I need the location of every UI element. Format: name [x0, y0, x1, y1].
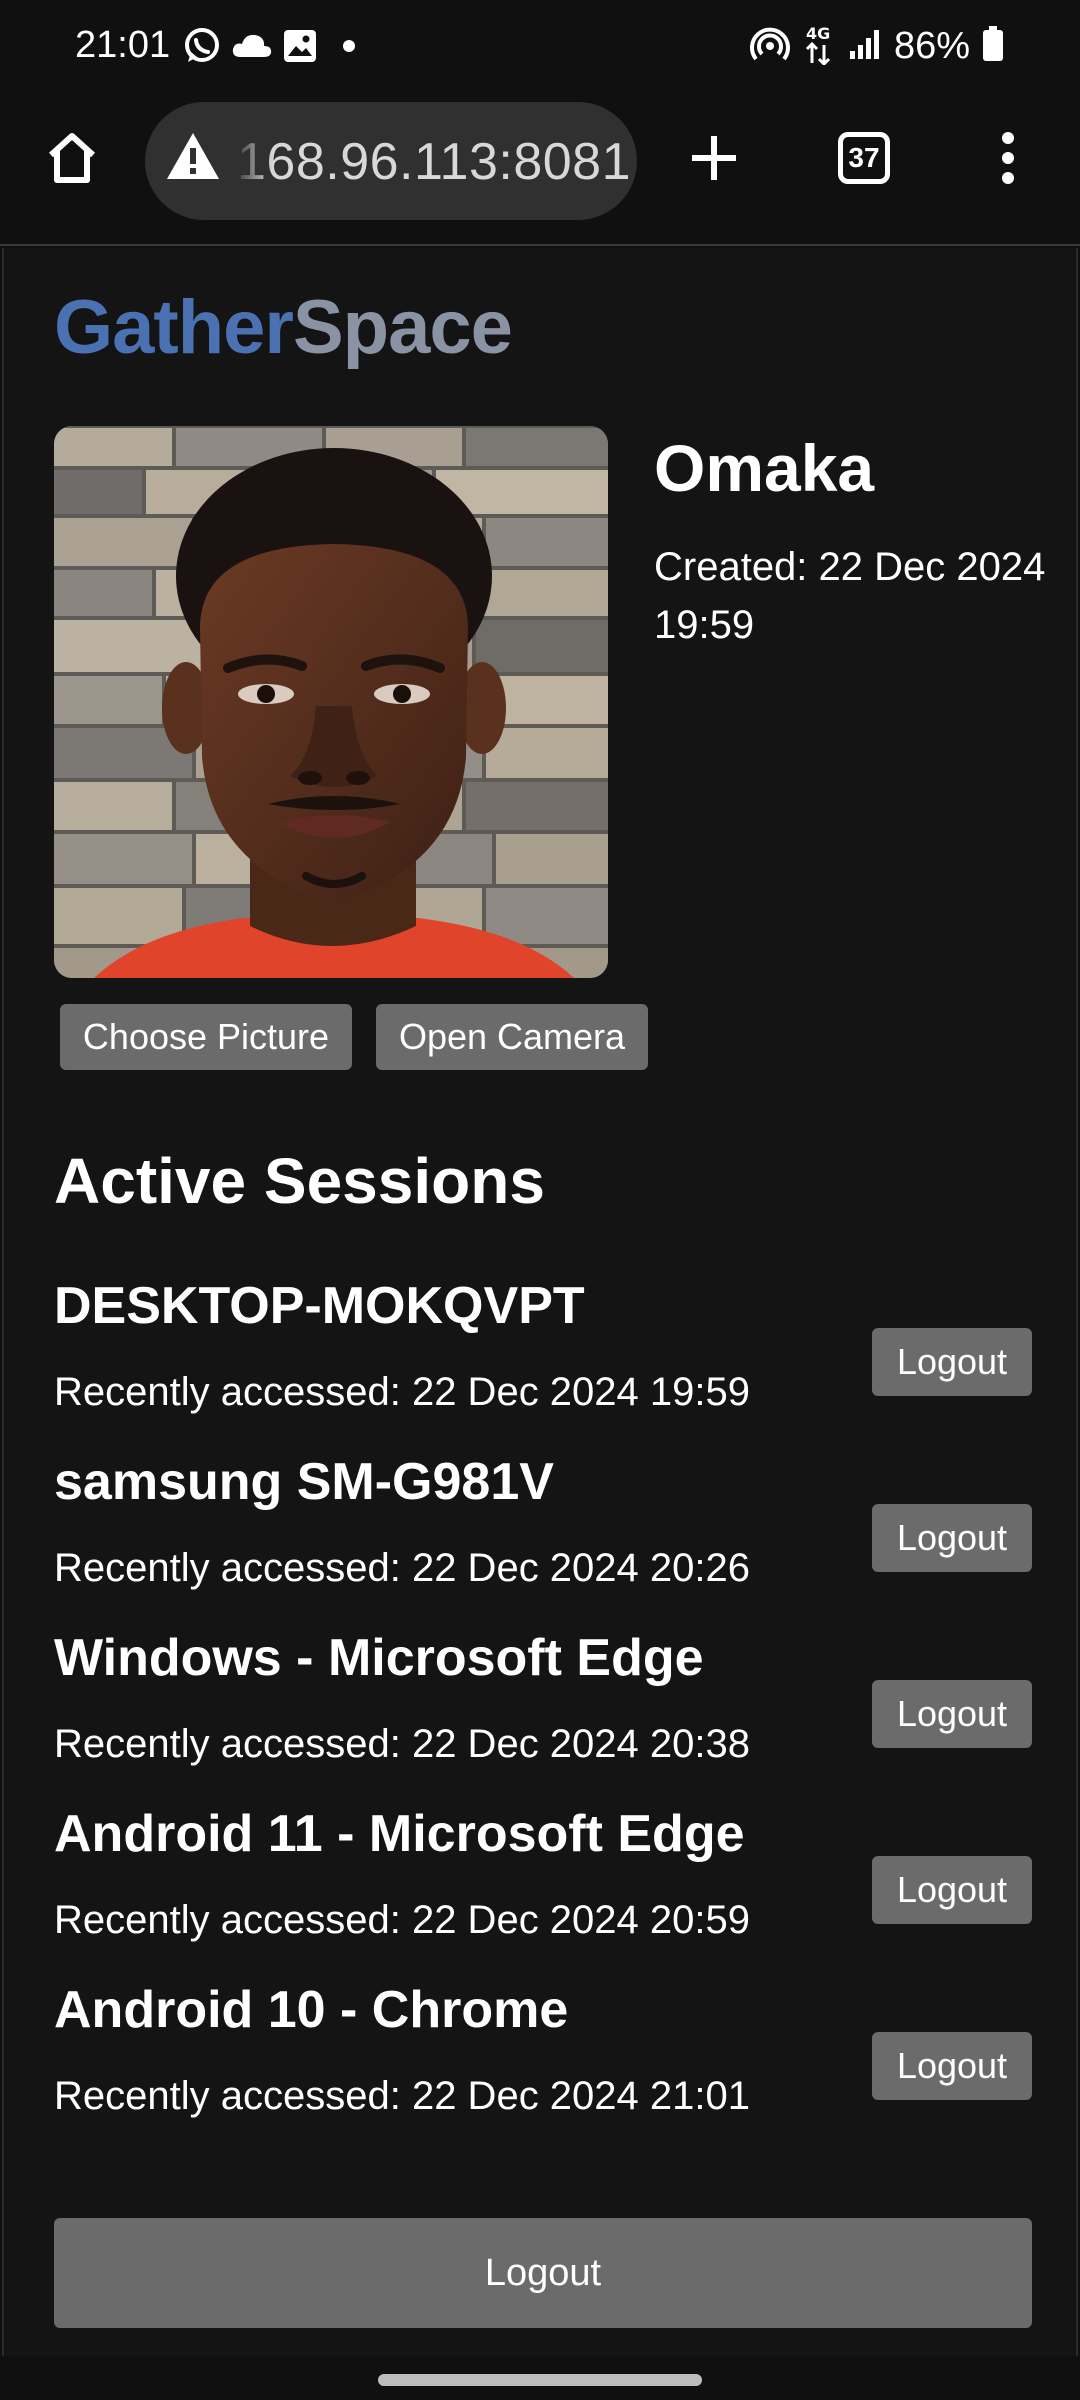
profile-created: Created: 22 Dec 2024 19:59 [654, 545, 1046, 647]
dot-icon [342, 39, 356, 58]
logo-part-1: Gather [54, 285, 294, 370]
tabs-icon[interactable]: 37 [822, 116, 906, 200]
session-accessed: Recently accessed: 22 Dec 2024 20:38 [54, 1722, 750, 1766]
logo-part-2: Space [292, 285, 513, 370]
session-device: Android 11 - Microsoft Edge [54, 1805, 745, 1863]
session-accessed: Recently accessed: 22 Dec 2024 20:59 [54, 1898, 750, 1942]
app-logo[interactable]: GatherSpace [54, 284, 513, 371]
open-camera-button[interactable]: Open Camera [376, 1004, 648, 1070]
profile-avatar [54, 426, 608, 978]
4g-icon: 4G [802, 23, 836, 70]
session-accessed: Recently accessed: 22 Dec 2024 19:59 [54, 1370, 750, 1414]
system-icons: 4G 86% [750, 24, 1004, 68]
home-icon[interactable] [30, 116, 114, 200]
session-device: Android 10 - Chrome [54, 1981, 569, 2039]
profile-name: Omaka [654, 431, 875, 505]
logout-button[interactable]: Logout [54, 2218, 1032, 2328]
session-device: samsung SM-G981V [54, 1453, 554, 1511]
session-item: samsung SM-G981V Recently accessed: 22 D… [54, 1452, 1034, 1628]
session-logout-button[interactable]: Logout [872, 1856, 1032, 1924]
choose-picture-button[interactable]: Choose Picture [60, 1004, 352, 1070]
gesture-handle[interactable] [378, 2374, 702, 2386]
session-logout-button[interactable]: Logout [872, 2032, 1032, 2100]
session-item: Windows - Microsoft Edge Recently access… [54, 1628, 1034, 1804]
status-time: 21:01 [75, 24, 171, 66]
svg-text:4G: 4G [806, 24, 830, 43]
session-logout-button[interactable]: Logout [872, 1328, 1032, 1396]
address-bar[interactable]: 168.96.113:8081 [145, 102, 637, 220]
session-accessed: Recently accessed: 22 Dec 2024 21:01 [54, 2074, 750, 2118]
cloud-icon [232, 31, 272, 66]
page-content: GatherSpace Omaka Created: 22 Dec 2024 1… [2, 248, 1078, 2356]
gallery-icon [282, 28, 318, 69]
battery-percent: 86% [893, 24, 970, 67]
session-device: DESKTOP-MOKQVPT [54, 1277, 585, 1335]
session-logout-button[interactable]: Logout [872, 1504, 1032, 1572]
menu-icon[interactable] [966, 116, 1050, 200]
session-item: Android 11 - Microsoft Edge Recently acc… [54, 1804, 1034, 1980]
active-sessions-title: Active Sessions [54, 1145, 545, 1217]
status-bar: 21:01 4G 86% [0, 0, 1080, 96]
battery-icon [982, 25, 1004, 67]
whatsapp-icon [182, 26, 222, 71]
session-logout-button[interactable]: Logout [872, 1680, 1032, 1748]
hotspot-icon [750, 24, 790, 69]
session-item: Android 10 - Chrome Recently accessed: 2… [54, 1980, 1034, 2156]
tab-count[interactable]: 37 [838, 132, 890, 184]
session-item: DESKTOP-MOKQVPT Recently accessed: 22 De… [54, 1276, 1034, 1452]
notification-icons [182, 26, 356, 70]
url-fade [233, 122, 273, 202]
signal-icon [848, 27, 882, 66]
warning-icon[interactable] [165, 130, 221, 187]
session-accessed: Recently accessed: 22 Dec 2024 20:26 [54, 1546, 750, 1590]
browser-toolbar: 168.96.113:8081 37 [0, 96, 1080, 246]
url-text[interactable]: 168.96.113:8081 [237, 132, 631, 192]
new-tab-icon[interactable] [672, 116, 756, 200]
session-device: Windows - Microsoft Edge [54, 1629, 704, 1687]
